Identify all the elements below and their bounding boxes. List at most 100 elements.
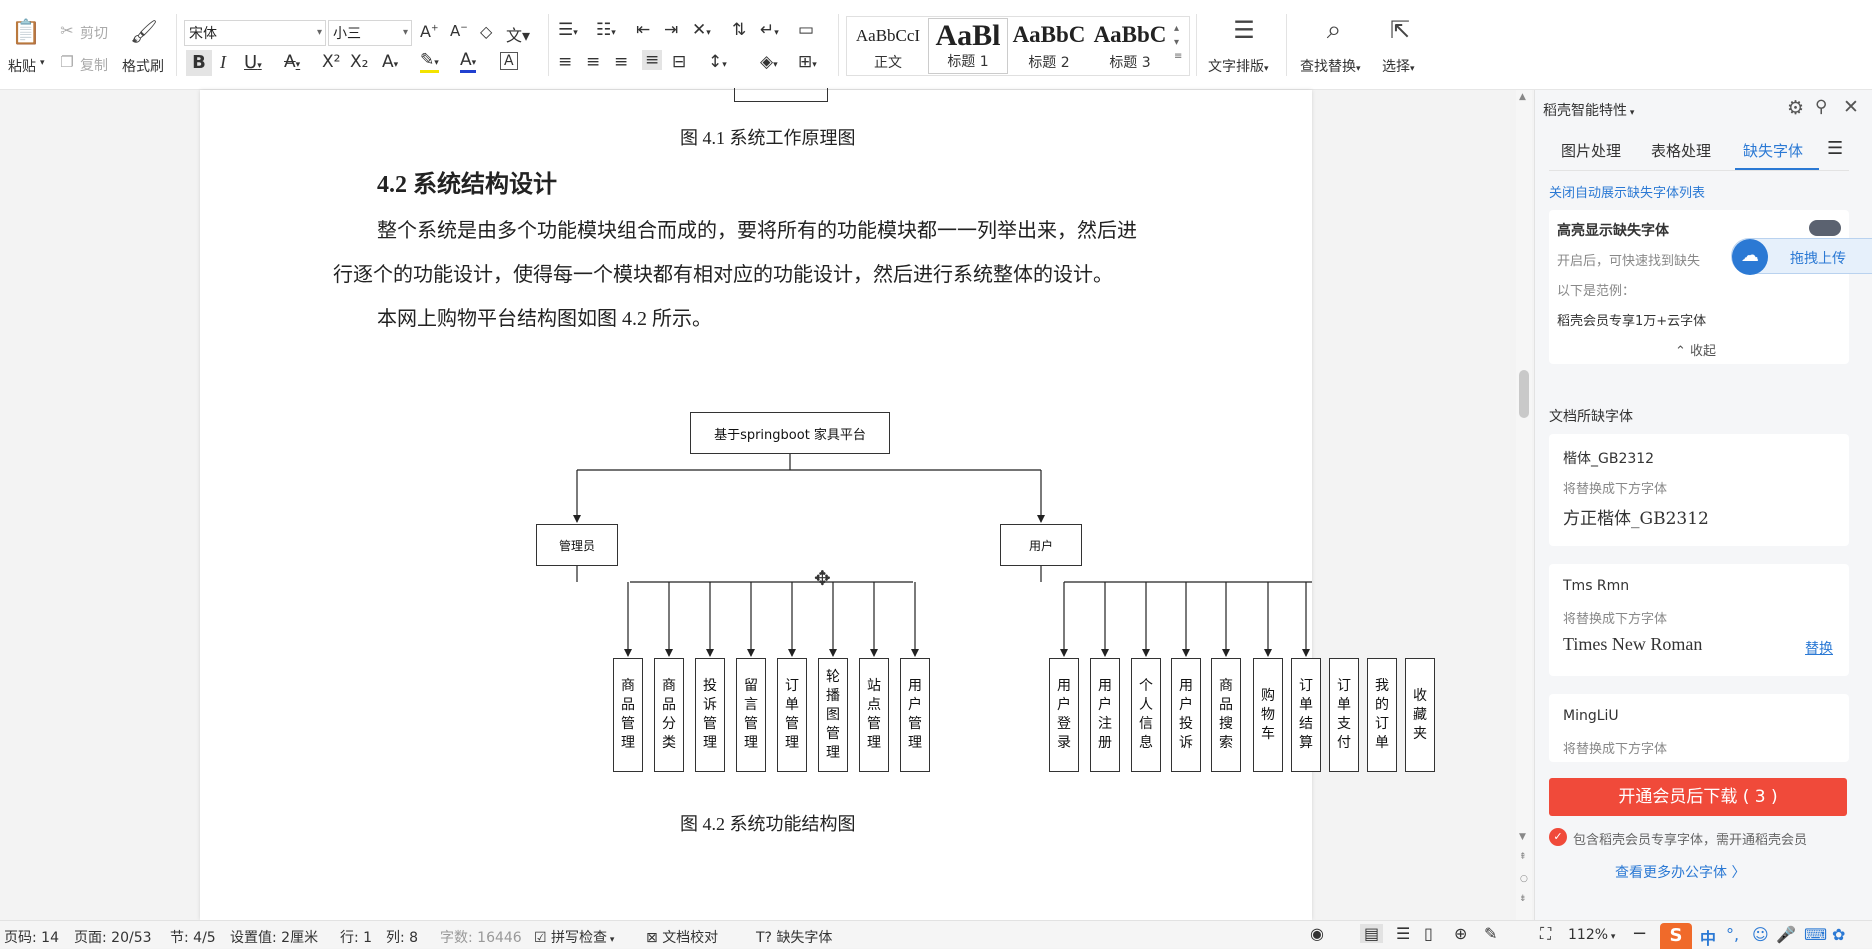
scroll-down-icon[interactable]: ▼ xyxy=(1519,832,1526,842)
font-size-select[interactable]: 小三 ▾ xyxy=(328,20,412,46)
borders-icon[interactable]: ⊞▾ xyxy=(798,52,817,72)
status-pages[interactable]: 页面: 20/53 xyxy=(74,927,152,947)
web-view-icon[interactable]: ⊕ xyxy=(1454,924,1467,943)
status-word-count[interactable]: 字数: 16446 xyxy=(440,927,522,947)
highlight-toggle[interactable] xyxy=(1809,220,1841,236)
shading-icon[interactable]: ◈▾ xyxy=(760,52,778,72)
ruler-icon[interactable]: ▭ xyxy=(798,20,814,40)
replace-link[interactable]: 替换 xyxy=(1805,638,1833,658)
font-name-select[interactable]: 宋体 ▾ xyxy=(184,20,326,46)
underline-icon[interactable]: U▾ xyxy=(244,52,262,73)
style-heading-3[interactable]: AaBbC 标题 3 xyxy=(1090,18,1170,74)
format-painter-button[interactable]: 格式刷 xyxy=(122,56,164,76)
outline-view-icon[interactable]: ☰ xyxy=(1396,924,1410,943)
ime-logo-icon[interactable]: S xyxy=(1660,923,1692,949)
text-layout-icon[interactable]: ☰ xyxy=(1230,16,1258,44)
ime-emoji-icon[interactable]: ☺ xyxy=(1752,925,1769,944)
superscript-icon[interactable]: X² xyxy=(322,52,340,72)
show-marks-icon[interactable]: ↵▾ xyxy=(760,20,779,40)
tab-missing-fonts[interactable]: 缺失字体 xyxy=(1743,140,1803,161)
scissors-icon[interactable]: ✂ xyxy=(56,19,78,41)
gear-icon[interactable]: ⚙ xyxy=(1787,97,1804,119)
status-row[interactable]: 行: 1 xyxy=(340,927,372,947)
status-setting[interactable]: 设置值: 2厘米 xyxy=(230,927,318,947)
missing-font-button[interactable]: T? 缺失字体 xyxy=(756,927,832,947)
close-auto-list-link[interactable]: 关闭自动展示缺失字体列表 xyxy=(1549,182,1705,201)
sort-icon[interactable]: ⇅ xyxy=(732,20,746,40)
select-browse-icon[interactable]: ○ xyxy=(1520,874,1528,884)
ime-punct-icon[interactable]: °, xyxy=(1726,925,1739,944)
copy-icon[interactable]: ❐ xyxy=(56,51,78,73)
phonetic-icon[interactable]: 文▾ xyxy=(506,22,530,46)
align-center-icon[interactable]: ≡ xyxy=(586,52,600,72)
text-layout-button[interactable]: 文字排版▾ xyxy=(1208,56,1269,76)
decrease-indent-icon[interactable]: ⇤ xyxy=(636,20,650,40)
strikethrough-icon[interactable]: A▾ xyxy=(284,52,300,72)
increase-indent-icon[interactable]: ⇥ xyxy=(664,20,678,40)
pin-icon[interactable]: ⚲ xyxy=(1815,97,1827,117)
brush-icon[interactable]: 🖌 xyxy=(130,18,158,46)
style-heading-2[interactable]: AaBbC 标题 2 xyxy=(1008,18,1090,74)
align-left-icon[interactable]: ≡ xyxy=(558,52,572,72)
close-icon[interactable]: ✕ xyxy=(1843,96,1859,118)
status-page-number[interactable]: 页码: 14 xyxy=(4,927,59,947)
text-effect-icon[interactable]: A▾ xyxy=(382,52,398,72)
tab-image-processing[interactable]: 图片处理 xyxy=(1561,140,1621,161)
proofread-button[interactable]: ⊠ 文档校对 xyxy=(646,927,718,947)
paste-icon[interactable]: 📋 xyxy=(11,18,41,46)
zoom-level[interactable]: 112% ▾ xyxy=(1568,927,1615,943)
find-replace-button[interactable]: 查找替换▾ xyxy=(1300,56,1361,76)
document-page[interactable]: 图 4.1 系统工作原理图 4.2 系统结构设计 整个系统是由多个功能模块组合而… xyxy=(200,88,1435,920)
char-border-icon[interactable]: A xyxy=(500,52,518,70)
search-icon[interactable]: ⌕ xyxy=(1320,15,1348,45)
highlight-icon[interactable]: ✎▾ xyxy=(420,50,439,73)
prev-page-icon[interactable]: ⇞ xyxy=(1519,852,1527,862)
select-button[interactable]: 选择▾ xyxy=(1382,56,1415,76)
style-normal[interactable]: AaBbCcI 正文 xyxy=(848,18,928,74)
zoom-out-icon[interactable]: − xyxy=(1632,923,1647,944)
ime-mode[interactable]: 中 xyxy=(1700,925,1716,949)
next-page-icon[interactable]: ⇟ xyxy=(1519,894,1527,904)
distribute-icon[interactable]: ⊟ xyxy=(672,52,686,72)
panel-menu-icon[interactable]: ☰ xyxy=(1827,138,1843,159)
ime-skin-icon[interactable]: ✿ xyxy=(1832,925,1845,944)
collapse-button[interactable]: ⌃ 收起 xyxy=(1675,340,1716,359)
bullet-list-icon[interactable]: ☰▾ xyxy=(558,20,578,40)
cut-button[interactable]: 剪切 xyxy=(80,23,108,43)
more-fonts-link[interactable]: 查看更多办公字体 〉 xyxy=(1615,862,1745,882)
italic-icon[interactable]: I xyxy=(220,52,226,73)
cursor-select-icon[interactable]: ⇱ xyxy=(1386,16,1414,44)
paste-button[interactable]: 粘贴 xyxy=(8,56,36,76)
line-spacing-icon[interactable]: ↕▾ xyxy=(708,52,727,72)
status-section[interactable]: 节: 4/5 xyxy=(170,927,216,947)
ime-voice-icon[interactable]: 🎤 xyxy=(1776,925,1796,944)
page-view-icon[interactable]: ▤ xyxy=(1360,924,1384,943)
clear-format-icon[interactable]: ◇ xyxy=(480,22,492,41)
ime-keyboard-icon[interactable]: ⌨ xyxy=(1804,925,1827,944)
spell-check-button[interactable]: ☑ 拼写检查 ▾ xyxy=(534,927,614,947)
copy-button[interactable]: 复制 xyxy=(80,55,108,75)
justify-icon[interactable]: ≡ xyxy=(642,50,663,70)
numbered-list-icon[interactable]: ☷▾ xyxy=(596,20,616,40)
style-heading-1[interactable]: AaBl 标题 1 xyxy=(928,18,1008,74)
eye-protection-icon[interactable]: ◉ xyxy=(1310,924,1324,943)
chinese-layout-icon[interactable]: ✕▾ xyxy=(692,20,711,40)
tab-table-processing[interactable]: 表格处理 xyxy=(1651,140,1711,161)
font-color-icon[interactable]: A▾ xyxy=(460,50,477,73)
subscript-icon[interactable]: X₂ xyxy=(350,52,368,72)
document-scrollbar[interactable]: ▲ ▼ ⇞ ○ ⇟ xyxy=(1516,90,1532,920)
paste-dropdown-icon[interactable]: ▾ xyxy=(40,58,45,68)
grow-font-icon[interactable]: A+ xyxy=(420,22,439,41)
styles-scroll-icon[interactable]: ▴ ▾ ≡ xyxy=(1174,22,1182,64)
drag-upload-button[interactable]: ☁ 拖拽上传 xyxy=(1731,238,1872,275)
download-button[interactable]: 开通会员后下载 ( 3 ) xyxy=(1549,778,1847,816)
shrink-font-icon[interactable]: A− xyxy=(450,22,468,40)
panel-title[interactable]: 稻壳智能特性 ▾ xyxy=(1543,100,1634,120)
read-view-icon[interactable]: ▯ xyxy=(1424,924,1433,943)
scroll-up-icon[interactable]: ▲ xyxy=(1519,92,1526,102)
align-right-icon[interactable]: ≡ xyxy=(614,52,628,72)
scroll-thumb[interactable] xyxy=(1519,370,1529,418)
pen-icon[interactable]: ✎ xyxy=(1484,924,1497,943)
bold-icon[interactable]: B xyxy=(186,50,212,76)
status-col[interactable]: 列: 8 xyxy=(386,927,418,947)
